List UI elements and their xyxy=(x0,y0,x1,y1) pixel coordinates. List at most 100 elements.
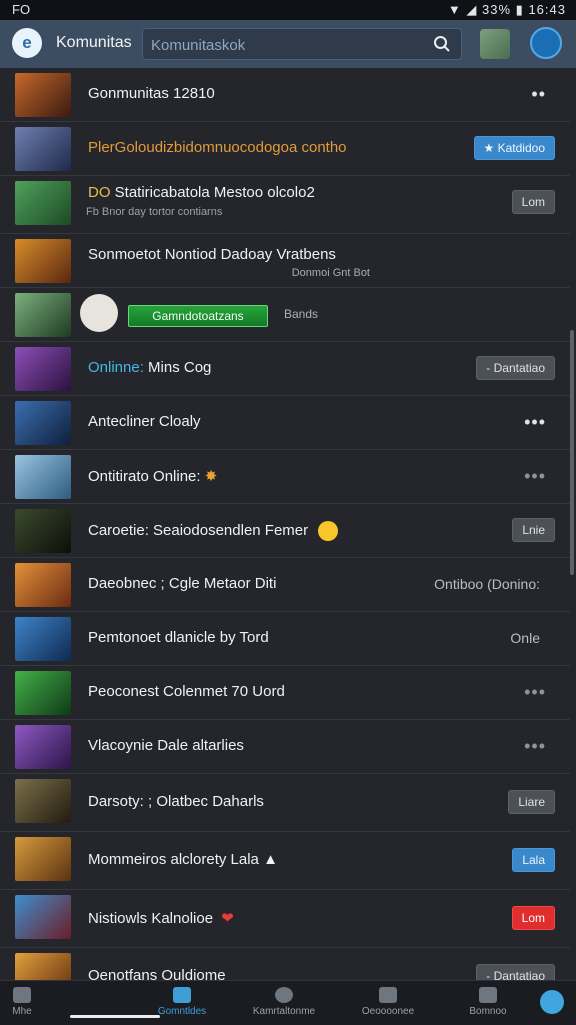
list-item[interactable]: Ontitirato Online: ✸ ••• xyxy=(0,450,570,504)
sparkle-icon: ✸ xyxy=(204,468,218,485)
game-thumbnail xyxy=(15,563,71,607)
profile-icon[interactable] xyxy=(530,27,562,59)
more-options-icon[interactable]: ••• xyxy=(524,466,546,487)
row-title: Onlinne: Mins Cog xyxy=(88,359,211,376)
list-item[interactable]: Darsoty: ; Olatbec Daharls Liare xyxy=(0,774,570,832)
row-title: Vlacoynie Dale altarlies xyxy=(88,737,244,754)
nav-label: Mhe xyxy=(12,1006,32,1017)
nav-item-profile[interactable]: Bomnoo xyxy=(448,987,528,1017)
row-title: Daeobnec ; Cgle Metaor Diti xyxy=(88,575,277,592)
nav-label: Kamrtaltonme xyxy=(252,1006,316,1017)
nav-item-chat[interactable]: Kamrtaltonme xyxy=(244,987,324,1017)
game-thumbnail xyxy=(15,617,71,661)
list-item[interactable]: Pemtonoet dlanicle by Tord Onle xyxy=(0,612,570,666)
row-title-text: Caroetie: Seaiodosendlen Femer xyxy=(88,521,309,539)
game-thumbnail xyxy=(15,293,71,337)
row-title: PlerGoloudizbidomnuocodogoa contho xyxy=(88,139,347,156)
row-action-button[interactable]: - Dantatiao xyxy=(476,964,555,980)
list-item[interactable]: Gamndotoatzans Bands xyxy=(0,288,570,342)
status-bar-right: ▼ ◢ 33% ▮ 16:43 xyxy=(448,2,566,18)
game-thumbnail xyxy=(15,779,71,823)
row-title: Ontitirato Online: ✸ xyxy=(88,467,217,485)
search-input[interactable] xyxy=(149,33,433,57)
app-logo[interactable]: e xyxy=(12,28,42,58)
wifi-icon: ▼ xyxy=(447,2,462,17)
bell-icon: ▲ xyxy=(263,851,278,868)
home-indicator xyxy=(70,1015,160,1018)
game-thumbnail xyxy=(15,953,71,980)
button-label: Dantatiao xyxy=(493,361,545,375)
row-hint: Bands xyxy=(284,307,319,321)
list-scrollbar[interactable] xyxy=(570,330,574,575)
row-title: Nistiowls Kalnolioe ❤ xyxy=(88,909,234,927)
row-action-button[interactable]: - Dantatiao xyxy=(476,356,555,380)
list-item[interactable]: Onlinne: Mins Cog - Dantatiao xyxy=(0,342,570,396)
game-badge[interactable]: Gamndotoatzans xyxy=(128,305,268,327)
nav-item-communities[interactable]: Gomntldes xyxy=(142,987,222,1017)
row-title: Darsoty: ; Olatbec Daharls xyxy=(88,793,264,810)
game-thumbnail xyxy=(15,347,71,391)
user-avatar[interactable] xyxy=(480,29,510,59)
row-status: Ontiboo (Donino: xyxy=(434,576,540,592)
row-action-button[interactable]: Lnie xyxy=(512,518,555,542)
list-item[interactable]: PlerGoloudizbidomnuocodogoa contho ★ Kat… xyxy=(0,122,570,176)
online-prefix: Onlinne: xyxy=(88,359,144,376)
list-item[interactable]: Gonmunitas 12810 •• xyxy=(0,68,570,122)
profile-icon xyxy=(479,987,497,1003)
signal-icon: ◢ xyxy=(466,2,478,17)
smiley-icon xyxy=(318,521,339,541)
game-thumbnail xyxy=(15,73,71,117)
row-title-text: Ontitirato Online: xyxy=(88,468,201,485)
list-item[interactable]: DO Statiricabatola Mestoo olcolo2 Fb Bno… xyxy=(0,176,570,234)
list-item[interactable]: Mommeiros alclorety Lala ▲ Lala xyxy=(0,832,570,890)
chat-bubble-icon[interactable] xyxy=(540,990,564,1014)
row-title: DO Statiricabatola Mestoo olcolo2 xyxy=(88,184,315,201)
more-options-icon[interactable]: ••• xyxy=(524,736,546,757)
more-options-icon[interactable]: ••• xyxy=(524,682,546,703)
row-title: Sonmoetot Nontiod Dadoay Vratbens xyxy=(88,246,336,263)
app-title: Komunitas xyxy=(56,34,132,51)
row-action-button[interactable]: Liare xyxy=(508,790,555,814)
row-meta: Donmoi Gnt Bot xyxy=(291,267,370,279)
list-item[interactable]: Caroetie: Seaiodosendlen Femer Lnie xyxy=(0,504,570,558)
list-item[interactable]: Daeobnec ; Cgle Metaor Diti Ontiboo (Don… xyxy=(0,558,570,612)
search-icon[interactable] xyxy=(433,35,451,53)
nav-item-home[interactable]: Mhe xyxy=(0,987,62,1017)
more-options-icon[interactable]: ••• xyxy=(524,412,546,433)
row-action-button[interactable]: ★ Katdidoo xyxy=(473,136,555,160)
list-item[interactable]: Oenotfans Ouldiome - Dantatiao xyxy=(0,948,570,980)
game-thumbnail xyxy=(15,181,71,225)
row-title: Caroetie: Seaiodosendlen Femer xyxy=(88,521,339,541)
list-item[interactable]: Vlacoynie Dale altarlies ••• xyxy=(0,720,570,774)
game-thumbnail xyxy=(15,239,71,283)
row-action-button[interactable]: Lom xyxy=(511,906,555,930)
more-options-icon[interactable]: •• xyxy=(531,84,546,105)
row-title-text: Nistiowls Kalnolioe xyxy=(88,910,214,927)
user-avatar xyxy=(80,294,118,332)
game-thumbnail xyxy=(15,725,71,769)
list-item[interactable]: Peoconest Colenmet 70 Uord ••• xyxy=(0,666,570,720)
list-item[interactable]: Antecliner Cloaly ••• xyxy=(0,396,570,450)
game-thumbnail xyxy=(15,671,71,715)
button-label: Dantatiao xyxy=(493,969,545,980)
search-bar[interactable] xyxy=(142,28,462,60)
button-label: Katdidoo xyxy=(497,141,545,155)
list-item[interactable]: Nistiowls Kalnolioe ❤ Lom xyxy=(0,890,570,948)
heart-icon: ❤ xyxy=(221,910,234,927)
row-title: Gonmunitas 12810 xyxy=(88,85,215,102)
row-title: Pemtonoet dlanicle by Tord xyxy=(88,629,269,646)
row-title-text: Mins Cog xyxy=(148,359,212,376)
row-subtitle: Fb Bnor day tortor contiarns xyxy=(86,206,223,218)
nav-item-notifications[interactable]: Oeoooonee xyxy=(348,987,428,1017)
notification-icon xyxy=(379,987,397,1003)
clock: 16:43 xyxy=(528,2,566,17)
game-thumbnail xyxy=(15,895,71,939)
community-icon xyxy=(173,987,191,1003)
row-action-button[interactable]: Lala xyxy=(512,848,555,872)
row-status: Onle xyxy=(510,630,540,646)
game-thumbnail xyxy=(15,837,71,881)
nav-label: Bomnoo xyxy=(469,1006,507,1017)
row-action-button[interactable]: Lom xyxy=(511,190,555,214)
list-item[interactable]: Sonmoetot Nontiod Dadoay Vratbens Donmoi… xyxy=(0,234,570,288)
battery-level: 33% xyxy=(482,2,512,17)
